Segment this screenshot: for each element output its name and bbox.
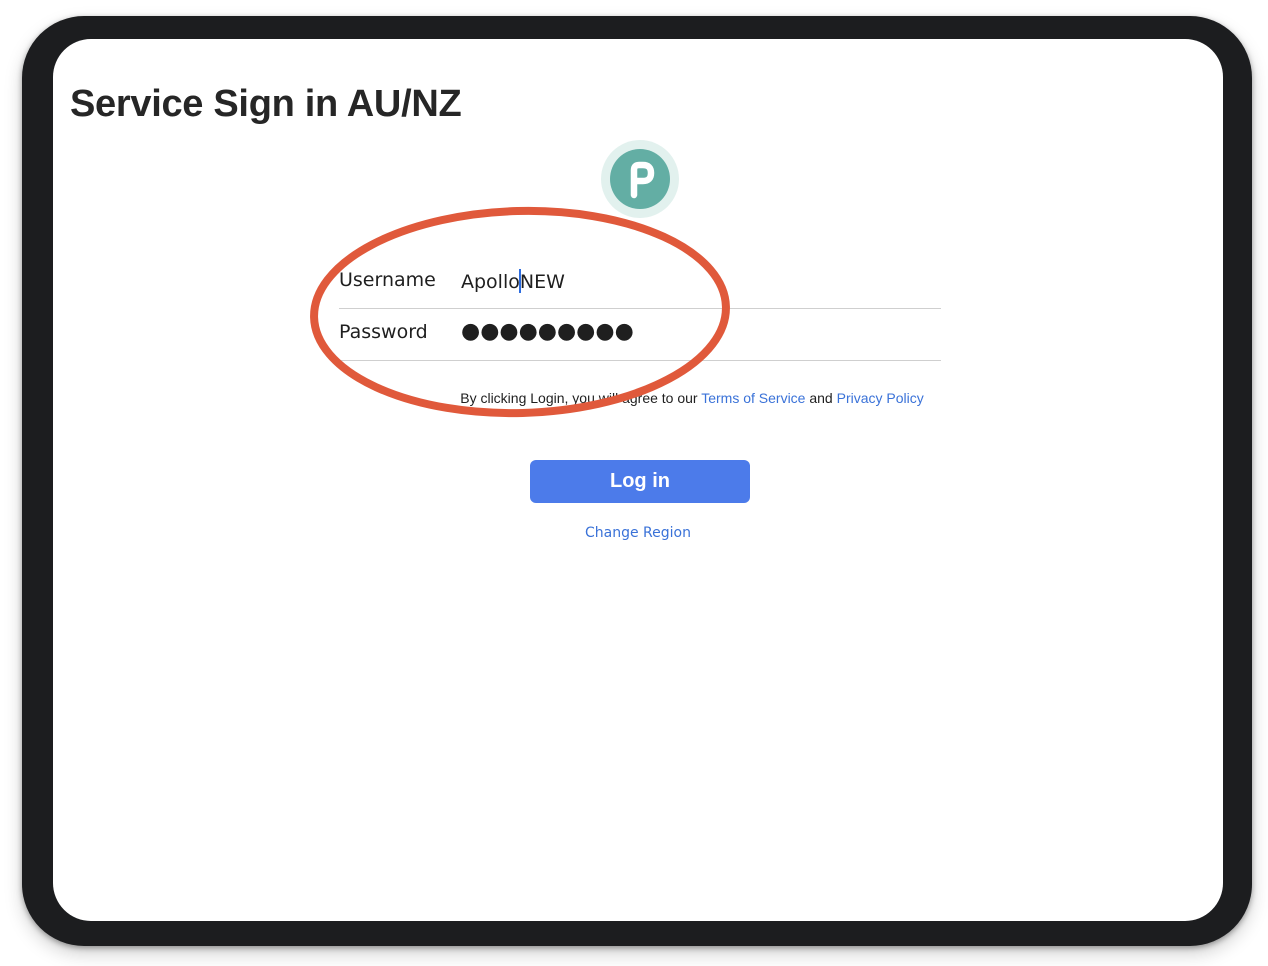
tablet-frame: Service Sign in AU/NZ Username ApolloNEW…: [22, 16, 1252, 946]
terms-of-service-link[interactable]: Terms of Service: [701, 390, 805, 406]
username-value-end: NEW: [519, 271, 565, 293]
password-row: Password ●●●●●●●●●: [339, 309, 941, 361]
username-input[interactable]: ApolloNEW: [461, 269, 565, 293]
screen: Service Sign in AU/NZ Username ApolloNEW…: [53, 39, 1223, 921]
change-region-link[interactable]: Change Region: [53, 525, 1223, 541]
username-value-start: Apollo: [461, 271, 520, 293]
terms-notice: By clicking Login, you will agree to our…: [53, 390, 1223, 406]
login-button[interactable]: Log in: [530, 460, 750, 503]
privacy-policy-link[interactable]: Privacy Policy: [837, 390, 924, 406]
password-input[interactable]: ●●●●●●●●●: [461, 319, 634, 344]
terms-prefix: By clicking Login, you will agree to our: [460, 390, 702, 406]
username-row: Username ApolloNEW: [339, 257, 941, 309]
terms-middle: and: [805, 390, 837, 406]
login-form: Username ApolloNEW Password ●●●●●●●●●: [339, 257, 941, 361]
app-logo-icon: [601, 140, 679, 218]
page-title: Service Sign in AU/NZ: [70, 83, 462, 125]
password-label: Password: [339, 321, 428, 343]
username-label: Username: [339, 269, 436, 291]
